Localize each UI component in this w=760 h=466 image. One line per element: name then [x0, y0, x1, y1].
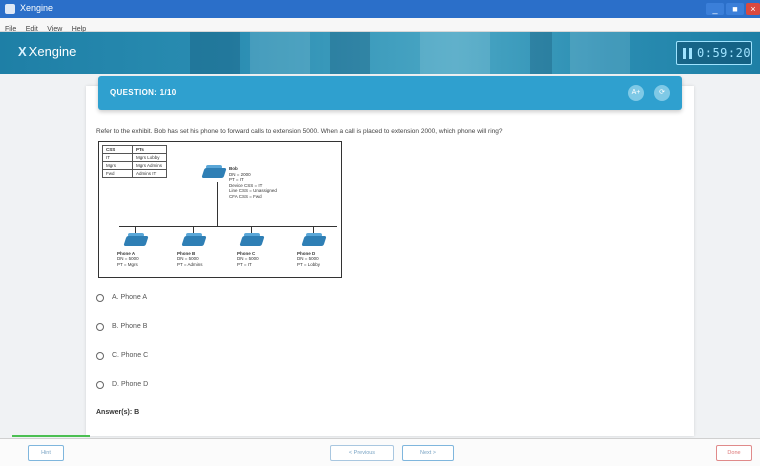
- bob-detail: CFA CSS = Fwd: [229, 193, 262, 199]
- table-cell: Admins IT: [132, 169, 167, 178]
- table-cell: Fwd: [102, 169, 133, 178]
- header-decoration: [330, 32, 370, 74]
- phone-a-icon: [123, 233, 149, 246]
- close-button[interactable]: ×: [746, 3, 760, 15]
- maximize-button[interactable]: ■: [726, 3, 744, 15]
- radio-button[interactable]: [96, 294, 104, 302]
- phone-b-label: Phone B DN = 5000 PT = Admins: [177, 251, 203, 267]
- network-bus: [119, 226, 337, 227]
- comment-icon[interactable]: ⟳: [654, 85, 670, 101]
- phone-d-label: Phone D DN = 5000 PT = Lobby: [297, 251, 320, 267]
- option-label[interactable]: C. Phone C: [112, 352, 148, 359]
- phone-pt: PT = Lobby: [297, 261, 321, 267]
- phone-d-icon: [301, 233, 327, 246]
- minimize-button[interactable]: _: [706, 3, 724, 15]
- previous-button[interactable]: < Previous: [330, 445, 394, 461]
- timer-value: 0:59:20: [697, 46, 752, 60]
- phone-c-icon: [239, 233, 265, 246]
- table-cell: IT: [102, 153, 133, 162]
- header-decoration: [250, 32, 310, 74]
- exhibit-diagram: CSS PTs IT Mgrs Lobby Mgrs Mgrs Admins F…: [98, 141, 342, 278]
- question-number: QUESTION: 1/10: [110, 88, 177, 97]
- logo-text: Xengine: [28, 44, 77, 59]
- font-size-icon[interactable]: A+: [628, 85, 644, 101]
- menu-bar: File Edit View Help: [0, 18, 760, 33]
- radio-button[interactable]: [96, 381, 104, 389]
- progress-bar: [12, 435, 90, 437]
- phone-pt: PT = IT: [237, 261, 252, 267]
- header-decoration: [190, 32, 240, 74]
- table-cell: Mgrs: [102, 161, 133, 170]
- hint-button[interactable]: Hint: [28, 445, 64, 461]
- network-link: [217, 182, 218, 226]
- bob-phone-info: Bob DN = 2000 PT = IT Device CSS = IT Li…: [229, 166, 277, 200]
- window-title: Xengine: [20, 3, 54, 13]
- phone-a-label: Phone A DN = 5000 PT = Mgrs: [117, 251, 139, 267]
- app-logo: X Xengine: [18, 44, 76, 59]
- footer-bar: Hint < Previous Next > Done: [0, 438, 760, 466]
- option-label[interactable]: D. Phone D: [112, 381, 148, 388]
- header-decoration: [570, 32, 630, 74]
- css-pt-table: CSS PTs IT Mgrs Lobby Mgrs Mgrs Admins F…: [102, 145, 167, 178]
- table-cell: Mgrs Admins: [132, 161, 167, 170]
- phone-pt: PT = Admins: [177, 261, 203, 267]
- window-title-bar: Xengine _ ■ ×: [0, 0, 760, 18]
- app-icon: [5, 4, 15, 14]
- logo-mark-icon: X: [18, 44, 27, 59]
- table-header: PTs: [132, 145, 167, 154]
- phone-c-label: Phone C DN = 5000 PT = IT: [237, 251, 259, 267]
- question-banner: QUESTION: 1/10 A+ ⟳: [98, 76, 682, 110]
- phone-b-icon: [181, 233, 207, 246]
- answer-reveal: Answer(s): B: [96, 409, 140, 416]
- table-cell: Mgrs Lobby: [132, 153, 167, 162]
- next-button[interactable]: Next >: [402, 445, 454, 461]
- app-header: X Xengine 0:59:20: [0, 32, 760, 74]
- option-label[interactable]: B. Phone B: [112, 323, 147, 330]
- radio-button[interactable]: [96, 323, 104, 331]
- bob-phone-icon: [201, 165, 227, 178]
- radio-button[interactable]: [96, 352, 104, 360]
- done-button[interactable]: Done: [716, 445, 752, 461]
- question-text: Refer to the exhibit. Bob has set his ph…: [96, 128, 503, 135]
- header-decoration: [530, 32, 552, 74]
- pause-icon[interactable]: [683, 48, 693, 59]
- exam-timer[interactable]: 0:59:20: [676, 41, 752, 65]
- header-decoration: [420, 32, 490, 74]
- table-header: CSS: [102, 145, 133, 154]
- phone-pt: PT = Mgrs: [117, 261, 138, 267]
- option-label[interactable]: A. Phone A: [112, 294, 147, 301]
